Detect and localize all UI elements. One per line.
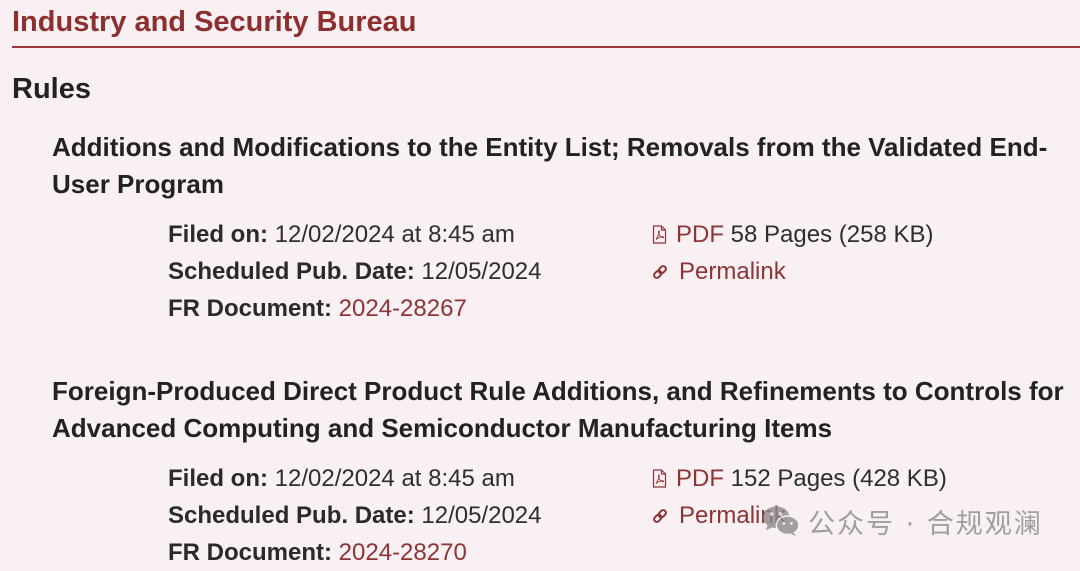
- meta-row: Filed on: 12/02/2024 at 8:45 am PDF 152 …: [168, 460, 1080, 497]
- meta-row: FR Document: 2024-28267: [168, 290, 1080, 327]
- document-list: Additions and Modifications to the Entit…: [0, 107, 1080, 567]
- document-meta: Filed on: 12/02/2024 at 8:45 am PDF 152 …: [168, 460, 1080, 567]
- pdf-link[interactable]: PDF: [652, 465, 724, 492]
- pdf-link-label[interactable]: PDF: [676, 465, 724, 492]
- agency-header: Industry and Security Bureau: [12, 0, 1080, 48]
- permalink-link[interactable]: Permalink: [652, 258, 786, 285]
- scheduled-pub-date-label: Scheduled Pub. Date:: [168, 258, 415, 285]
- meta-row: FR Document: 2024-28270: [168, 534, 1080, 567]
- document-meta: Filed on: 12/02/2024 at 8:45 am PDF 58 P…: [168, 216, 1080, 327]
- fr-document-label: FR Document:: [168, 295, 332, 322]
- filed-on-label: Filed on:: [168, 465, 268, 492]
- filed-on-value: 12/02/2024 at 8:45 am: [274, 221, 515, 248]
- scheduled-pub-date-value: 12/05/2024: [421, 258, 542, 285]
- document-entry: Additions and Modifications to the Entit…: [52, 129, 1080, 327]
- permalink-info: Permalink: [652, 497, 786, 534]
- pdf-info: PDF 152 Pages (428 KB): [652, 460, 947, 497]
- pdf-link-label[interactable]: PDF: [676, 221, 724, 248]
- document-title: Foreign-Produced Direct Product Rule Add…: [52, 376, 1064, 443]
- link-icon[interactable]: [652, 264, 668, 280]
- meta-row: Scheduled Pub. Date: 12/05/2024 Permalin…: [168, 253, 1080, 290]
- scheduled-pub-date-value: 12/05/2024: [421, 502, 542, 529]
- fr-document: FR Document: 2024-28267: [168, 290, 652, 327]
- filed-on: Filed on: 12/02/2024 at 8:45 am: [168, 460, 652, 497]
- permalink-info: Permalink: [652, 253, 786, 290]
- fr-document-link[interactable]: 2024-28270: [339, 539, 467, 566]
- pdf-details: 58 Pages (258 KB): [730, 221, 934, 248]
- scheduled-pub-date-label: Scheduled Pub. Date:: [168, 502, 415, 529]
- document-title: Additions and Modifications to the Entit…: [52, 132, 1048, 199]
- pdf-info: PDF 58 Pages (258 KB): [652, 216, 933, 253]
- scheduled-pub-date: Scheduled Pub. Date: 12/05/2024: [168, 253, 652, 290]
- agency-link[interactable]: Industry and Security Bureau: [12, 5, 417, 39]
- permalink-link[interactable]: Permalink: [652, 502, 786, 529]
- filed-on-value: 12/02/2024 at 8:45 am: [274, 465, 515, 492]
- fr-document: FR Document: 2024-28270: [168, 534, 652, 567]
- meta-row: Scheduled Pub. Date: 12/05/2024 Permalin…: [168, 497, 1080, 534]
- pdf-link[interactable]: PDF: [652, 221, 724, 248]
- pdf-file-icon[interactable]: [652, 469, 667, 488]
- link-icon[interactable]: [652, 508, 668, 524]
- scheduled-pub-date: Scheduled Pub. Date: 12/05/2024: [168, 497, 652, 534]
- fr-document-link[interactable]: 2024-28267: [339, 295, 467, 322]
- filed-on-label: Filed on:: [168, 221, 268, 248]
- permalink-label[interactable]: Permalink: [679, 258, 786, 285]
- filed-on: Filed on: 12/02/2024 at 8:45 am: [168, 216, 652, 253]
- meta-row: Filed on: 12/02/2024 at 8:45 am PDF 58 P…: [168, 216, 1080, 253]
- pdf-file-icon[interactable]: [652, 225, 667, 244]
- rules-heading: Rules: [12, 73, 91, 105]
- permalink-label[interactable]: Permalink: [679, 502, 786, 529]
- fr-document-label: FR Document:: [168, 539, 332, 566]
- pdf-details: 152 Pages (428 KB): [730, 465, 947, 492]
- document-entry: Foreign-Produced Direct Product Rule Add…: [52, 373, 1080, 567]
